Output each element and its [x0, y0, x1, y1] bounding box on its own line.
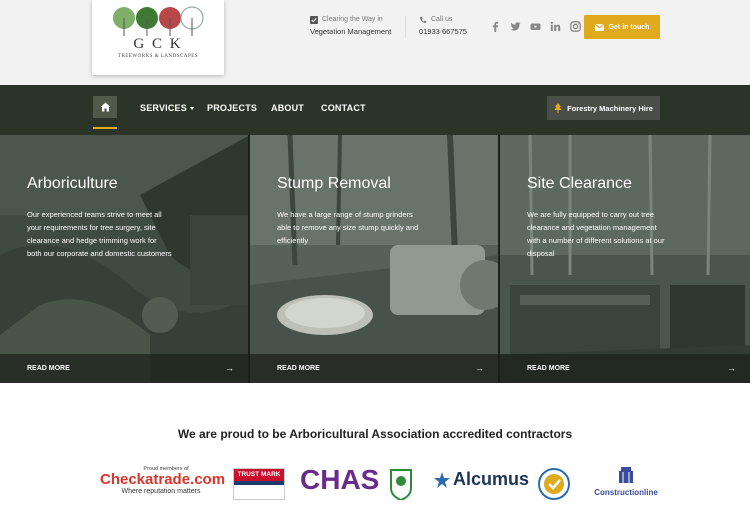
call-label: Call us [431, 16, 453, 23]
nav-projects[interactable]: PROJECTS [207, 103, 257, 113]
trustmark-text: TRUST MARK [234, 469, 284, 481]
logo-text: G C K [133, 36, 183, 52]
home-icon [100, 102, 110, 112]
service-panels: Arboriculture Our experienced teams stri… [0, 135, 750, 383]
nav-contact[interactable]: CONTACT [321, 103, 366, 113]
chas-logo[interactable]: CHAS [300, 464, 379, 496]
stump-removal-photo [250, 135, 498, 383]
tree-icon [554, 103, 562, 113]
badge-check-icon [538, 468, 570, 500]
clearing-value: Vegetation Management [310, 27, 392, 36]
read-more-bar[interactable]: READ MORE → [0, 354, 248, 383]
safecontractor-logo[interactable] [538, 468, 570, 505]
facebook-icon[interactable] [490, 19, 501, 32]
get-in-touch-label: Get in touch [608, 23, 650, 31]
accreditation-logos: Proud members of Checkatrade.com Where r… [0, 464, 750, 502]
arrow-right-icon: → [225, 363, 234, 373]
instagram-icon[interactable] [570, 19, 581, 32]
read-more-bar[interactable]: READ MORE → [500, 354, 750, 383]
shield-badge-logo[interactable] [389, 468, 413, 505]
logo[interactable]: G C K TREEWORKS & LANDSCAPES [92, 0, 224, 75]
shield-icon [390, 469, 412, 502]
divider [405, 16, 406, 38]
panel-title: Stump Removal [277, 175, 391, 192]
home-button[interactable] [93, 96, 117, 118]
trustmark-band [234, 481, 284, 485]
accreditation-heading: We are proud to be Arboricultural Associ… [177, 427, 573, 441]
get-in-touch-button[interactable]: Get in touch [584, 15, 660, 39]
alcumus-logo[interactable]: Alcumus [434, 469, 529, 490]
social-links [490, 19, 581, 32]
clearing-info: Clearing the Way in Vegetation Managemen… [310, 16, 391, 36]
read-more-label: READ MORE [27, 365, 70, 372]
read-more-label: READ MORE [527, 365, 570, 372]
checkatrade-tagline: Where reputation matters [121, 488, 201, 495]
twitter-icon[interactable] [510, 19, 521, 31]
panel-arboriculture[interactable]: Arboriculture Our experienced teams stri… [0, 135, 250, 383]
alcumus-text: Alcumus [453, 469, 530, 489]
checkatrade-logo[interactable]: Proud members of Checkatrade.com Where r… [100, 466, 226, 495]
read-more-label: READ MORE [277, 365, 320, 372]
caret-down-icon [189, 107, 194, 111]
checkbox-icon [310, 16, 318, 24]
envelope-icon [594, 23, 604, 31]
call-info[interactable]: Call us 01933 667575 [419, 16, 467, 36]
checkatrade-name: Checkatrade.com [100, 471, 226, 488]
panel-site-clearance[interactable]: Site Clearance We are fully equipped to … [500, 135, 750, 383]
main-nav: SERVICES PROJECTS ABOUT CONTACT Forestry… [0, 85, 750, 135]
clearing-label: Clearing the Way in [322, 16, 383, 23]
panel-title: Arboriculture [27, 175, 118, 192]
panel-stump-removal[interactable]: Stump Removal We have a large range of s… [250, 135, 500, 383]
nav-about[interactable]: ABOUT [271, 103, 304, 113]
trustmark-logo[interactable]: TRUST MARK [233, 468, 285, 500]
call-value[interactable]: 01933 667575 [419, 27, 467, 36]
constructionline-logo[interactable]: Constructionline [584, 467, 668, 497]
forestry-machinery-hire-button[interactable]: Forestry Machinery Hire [547, 96, 660, 120]
active-indicator [93, 127, 117, 129]
forestry-label: Forestry Machinery Hire [567, 103, 653, 113]
logo-subtitle: TREEWORKS & LANDSCAPES [117, 54, 199, 59]
panel-text: We have a large range of stump grinders … [277, 210, 419, 246]
linkedin-icon[interactable] [550, 19, 561, 31]
panel-text: Our experienced teams strive to meet all… [27, 210, 172, 259]
header: G C K TREEWORKS & LANDSCAPES Clearing th… [0, 0, 750, 85]
nav-services[interactable]: SERVICES [140, 103, 194, 113]
panel-text: We are fully equipped to carry out tree … [527, 210, 665, 259]
youtube-icon[interactable] [530, 19, 541, 30]
building-icon [619, 467, 633, 483]
arrow-right-icon: → [727, 363, 736, 373]
tree-logo-icon [113, 6, 204, 36]
nav-services-label: SERVICES [140, 103, 187, 113]
constructionline-text: Constructionline [594, 488, 658, 497]
star-icon [434, 471, 450, 488]
phone-icon [420, 16, 427, 23]
arrow-right-icon: → [475, 363, 484, 373]
panel-title: Site Clearance [527, 175, 632, 192]
read-more-bar[interactable]: READ MORE → [250, 354, 498, 383]
